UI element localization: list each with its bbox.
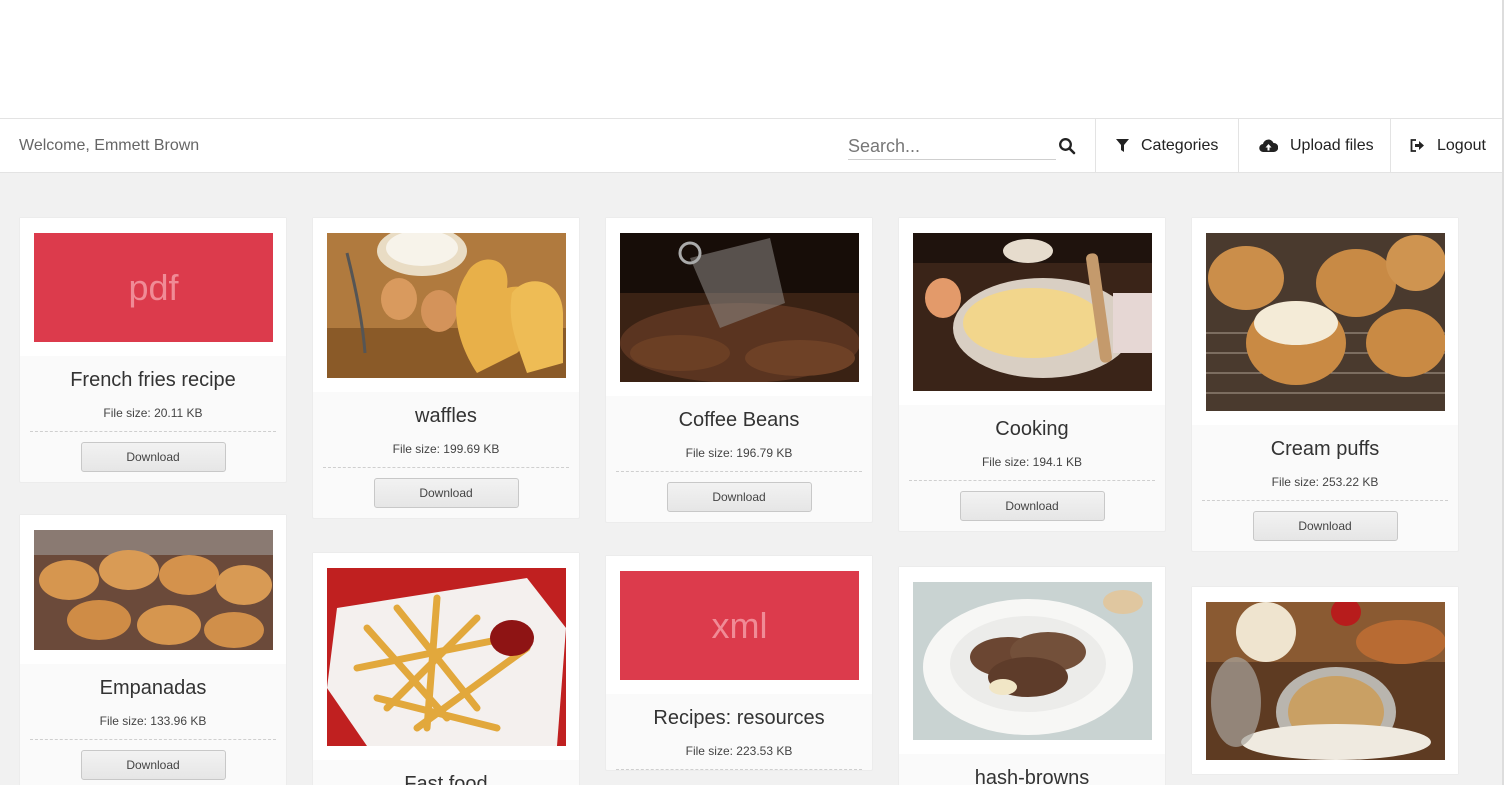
welcome-text: Welcome, Emmett Brown [19, 137, 200, 154]
card-divider [616, 471, 862, 472]
top-navbar: Welcome, Emmett Brown Categories Upload … [0, 118, 1504, 173]
file-card: pdf French fries recipe File size: 20.11… [19, 217, 287, 483]
file-card: Cream puffs File size: 253.22 KB Downloa… [1191, 217, 1459, 552]
search-input[interactable] [848, 133, 1038, 159]
logout-label: Logout [1437, 136, 1486, 154]
card-divider [30, 431, 276, 432]
download-button[interactable]: Download [80, 750, 226, 780]
file-title: Coffee Beans [678, 409, 800, 431]
file-title: Empanadas [99, 677, 207, 699]
file-size: File size: 199.69 KB [392, 442, 500, 456]
top-banner-area [0, 0, 1504, 118]
card-divider [1202, 500, 1448, 501]
download-button[interactable]: Download [959, 491, 1105, 521]
file-size: File size: 194.1 KB [981, 455, 1083, 469]
search-icon[interactable] [1058, 137, 1080, 159]
cooking-image[interactable] [913, 233, 1152, 391]
download-button[interactable]: Download [666, 482, 812, 512]
fast-food-image[interactable] [327, 568, 566, 746]
logout-icon [1410, 139, 1424, 152]
file-title: French fries recipe [70, 369, 236, 391]
logout-button[interactable]: Logout [1390, 119, 1504, 172]
file-card: hash-browns [898, 566, 1166, 785]
file-card: Fast food [312, 552, 580, 785]
upload-files-button[interactable]: Upload files [1238, 119, 1390, 172]
search-box [848, 133, 1056, 160]
file-title: Fast food [404, 773, 488, 785]
file-title: Recipes: resources [653, 707, 825, 729]
download-button[interactable]: Download [80, 442, 226, 472]
file-card: Coffee Beans File size: 196.79 KB Downlo… [605, 217, 873, 523]
file-card: xml Recipes: resources File size: 223.53… [605, 555, 873, 771]
file-title: hash-browns [974, 767, 1090, 785]
card-divider [323, 467, 569, 468]
upload-files-label: Upload files [1290, 136, 1374, 154]
categories-button[interactable]: Categories [1095, 119, 1238, 172]
file-size: File size: 20.11 KB [103, 406, 203, 420]
file-title: Cream puffs [1270, 438, 1380, 460]
file-size: File size: 253.22 KB [1271, 475, 1379, 489]
waffles-image[interactable] [327, 233, 566, 378]
coffee-beans-image[interactable] [620, 233, 859, 382]
card-divider [30, 739, 276, 740]
file-card: Empanadas File size: 133.96 KB Download [19, 514, 287, 785]
file-size: File size: 196.79 KB [685, 446, 793, 460]
file-title: waffles [415, 405, 477, 427]
filter-icon [1116, 138, 1129, 152]
file-size: File size: 133.96 KB [99, 714, 207, 728]
file-title: Cooking [995, 418, 1069, 440]
granola-image[interactable] [1206, 602, 1445, 760]
empanadas-image[interactable] [34, 530, 273, 650]
categories-label: Categories [1141, 136, 1219, 154]
cream-puffs-image[interactable] [1206, 233, 1445, 411]
cloud-upload-icon [1259, 139, 1278, 152]
download-button[interactable]: Download [1252, 511, 1398, 541]
file-type-thumbnail[interactable]: pdf [34, 233, 273, 342]
file-card: waffles File size: 199.69 KB Download [312, 217, 580, 519]
download-button[interactable]: Download [373, 478, 519, 508]
card-divider [616, 769, 862, 770]
file-card [1191, 586, 1459, 775]
file-type-thumbnail[interactable]: xml [620, 571, 859, 680]
file-card: Cooking File size: 194.1 KB Download [898, 217, 1166, 532]
file-size: File size: 223.53 KB [685, 744, 793, 758]
hash-browns-image[interactable] [913, 582, 1152, 740]
card-divider [909, 480, 1155, 481]
